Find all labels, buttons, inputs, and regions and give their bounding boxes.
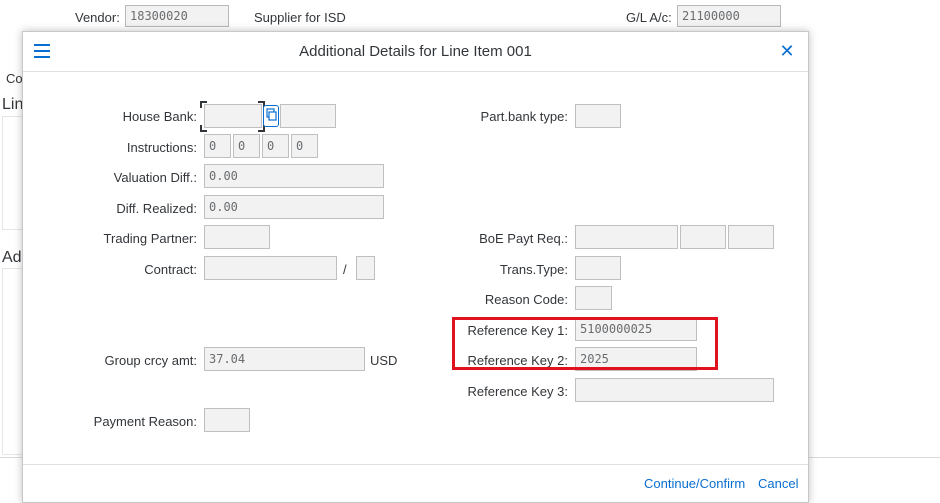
reference-key-3-label: Reference Key 3: [467, 384, 568, 399]
transaction-type-field[interactable] [575, 256, 621, 280]
group-currency-amount-label: Group crcy amt: [104, 353, 197, 368]
close-icon[interactable]: ✕ [778, 41, 796, 61]
contract-field[interactable] [204, 256, 337, 280]
gl-account-label: G/L A/c: [626, 10, 672, 25]
vendor-label: Vendor: [75, 10, 120, 25]
partner-bank-type-label: Part.bank type: [480, 109, 568, 124]
instruction-field-3[interactable]: 0 [262, 134, 289, 158]
additional-details-dialog: Additional Details for Line Item 001 ✕ H… [22, 31, 809, 503]
reference-key-highlight-box [452, 317, 718, 370]
payment-reason-label: Payment Reason: [93, 414, 197, 429]
continue-confirm-button[interactable]: Continue/Confirm [644, 476, 745, 491]
trading-partner-label: Trading Partner: [103, 231, 197, 246]
house-bank-label: House Bank: [122, 109, 197, 124]
focus-indicator [200, 101, 207, 108]
partner-bank-type-field[interactable] [575, 104, 621, 128]
supplier-text: Supplier for ISD [254, 10, 346, 25]
instruction-field-4[interactable]: 0 [291, 134, 318, 158]
background-fragment-co: Co [6, 71, 23, 86]
gl-account-field[interactable]: 21100000 [677, 5, 781, 27]
instruction-field-2[interactable]: 0 [233, 134, 260, 158]
background-panel-bottom [2, 268, 24, 455]
background-panel-top [2, 116, 24, 230]
valuation-diff-field[interactable]: 0.00 [204, 164, 384, 188]
focus-indicator [200, 125, 207, 132]
valuation-diff-label: Valuation Diff.: [113, 170, 197, 185]
instructions-label: Instructions: [126, 140, 197, 155]
reason-code-field[interactable] [575, 286, 612, 310]
reference-key-3-field[interactable] [575, 378, 774, 402]
background-fragment-ad: Ad [2, 249, 22, 266]
group-currency-amount-field[interactable]: 37.04 [204, 347, 365, 371]
reason-code-label: Reason Code: [484, 292, 568, 307]
cancel-button[interactable]: Cancel [758, 476, 798, 491]
house-bank-field[interactable] [204, 104, 262, 128]
boe-payment-request-label: BoE Payt Req.: [479, 231, 568, 246]
contract-separator: / [343, 262, 347, 277]
dialog-title: Additional Details for Line Item 001 [299, 43, 532, 60]
dialog-header: Additional Details for Line Item 001 ✕ [23, 32, 808, 72]
dialog-footer: Continue/Confirm Cancel [23, 464, 808, 502]
account-id-field[interactable] [280, 104, 336, 128]
currency-unit: USD [370, 353, 398, 368]
copy-icon[interactable] [263, 105, 279, 127]
contract-label: Contract: [144, 262, 197, 277]
trading-partner-field[interactable] [204, 225, 270, 249]
boe-field-3[interactable] [728, 225, 774, 249]
diff-realized-label: Diff. Realized: [116, 201, 197, 216]
diff-realized-field[interactable]: 0.00 [204, 195, 384, 219]
boe-field-1[interactable] [575, 225, 678, 249]
boe-field-2[interactable] [680, 225, 726, 249]
instruction-field-1[interactable]: 0 [204, 134, 231, 158]
background-fragment-lin: Lin [2, 96, 24, 113]
payment-reason-field[interactable] [204, 408, 250, 432]
vendor-field[interactable]: 18300020 [125, 5, 229, 27]
contract-type-field[interactable] [356, 256, 375, 280]
transaction-type-label: Trans.Type: [499, 262, 568, 277]
